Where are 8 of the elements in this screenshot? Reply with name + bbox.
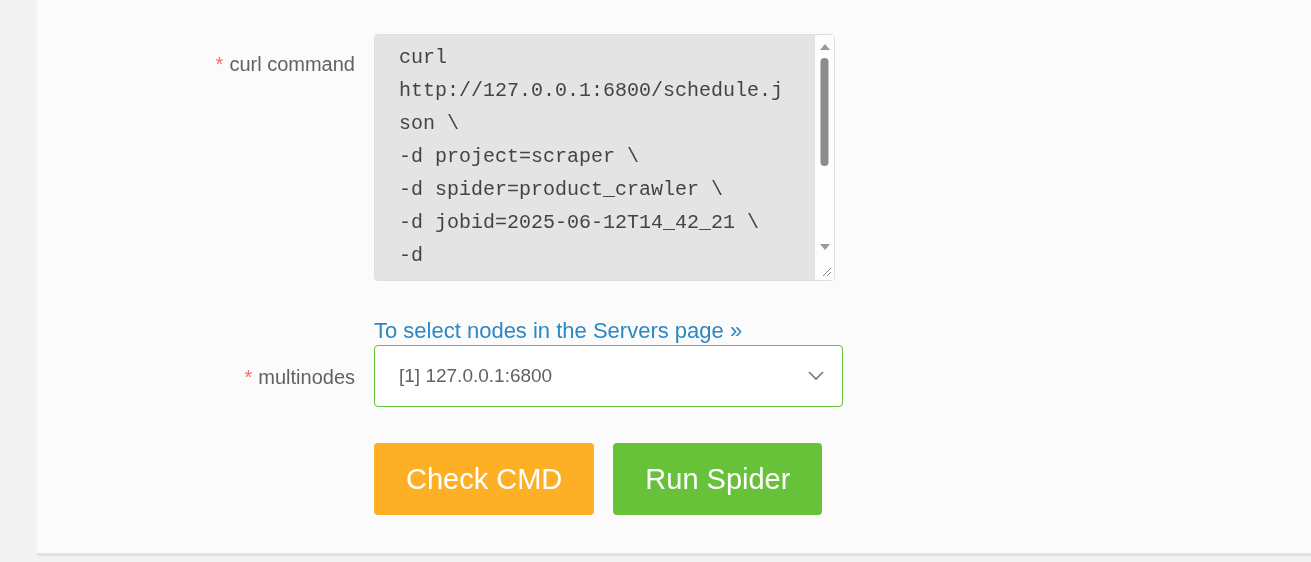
field-label: curl command: [229, 53, 355, 75]
servers-page-link[interactable]: To select nodes in the Servers page »: [374, 318, 743, 344]
node-select[interactable]: [1] 127.0.0.1:6800: [374, 345, 843, 407]
run-spider-button[interactable]: Run Spider: [613, 443, 823, 515]
required-asterisk: *: [215, 53, 224, 75]
required-asterisk: *: [244, 366, 253, 388]
field-label: multinodes: [258, 366, 355, 388]
chevron-down-icon: [808, 371, 824, 381]
